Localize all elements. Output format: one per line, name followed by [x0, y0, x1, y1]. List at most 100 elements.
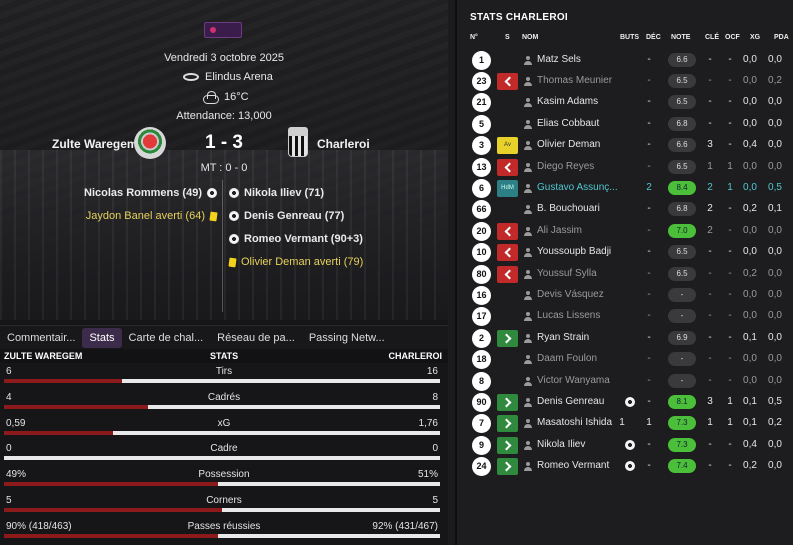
tab-chalkboard[interactable]: Carte de chal... [122, 328, 211, 348]
player-name[interactable]: Devis Vásquez [537, 289, 604, 300]
away-event: Nikola Iliev (71) [229, 187, 324, 199]
player-row[interactable]: 90 Denis Genreau - 3 1 0,1 0,5 8.1 [457, 392, 793, 413]
player-cle: - [708, 246, 712, 258]
tab-stats[interactable]: Stats [82, 327, 122, 348]
player-name[interactable]: B. Bouchouari [537, 203, 600, 214]
tab-passing-network[interactable]: Passing Netw... [302, 328, 392, 348]
player-rating: 6.5 [668, 266, 696, 281]
player-rating: 6.5 [668, 159, 696, 174]
player-name[interactable]: Matz Sels [537, 54, 581, 65]
player-dec: - [647, 203, 651, 215]
col-num[interactable]: N° [470, 34, 478, 41]
player-row[interactable]: 21 Kasim Adams - - -0,0 0,0 6.5 [457, 92, 793, 113]
col-xg[interactable]: XG [750, 34, 760, 41]
player-name[interactable]: Denis Genreau [537, 396, 604, 407]
player-xg: 0,0 [743, 374, 757, 386]
player-xg: 0,0 [743, 117, 757, 129]
player-ocf: - [728, 374, 732, 386]
player-buts: 1 [619, 417, 625, 429]
player-row[interactable]: 18 Daam Foulon - - -0,0 0,0- [457, 349, 793, 370]
away-team-crest-icon[interactable] [288, 127, 308, 159]
player-name[interactable]: Ryan Strain [537, 332, 589, 343]
player-number: 6 [472, 178, 491, 198]
away-team-name[interactable]: Charleroi [317, 137, 370, 151]
player-name[interactable]: Diego Reyes [537, 161, 594, 172]
player-row[interactable]: 13 Diego Reyes - 1 1 0,0 0,0 6.5 [457, 157, 793, 178]
stat-row: 49% Possession 51% [0, 466, 448, 492]
score: 1 - 3 [204, 132, 244, 153]
player-row[interactable]: 2 Ryan Strain - - -0,1 0,0 6.9 [457, 328, 793, 349]
match-tabs: Commentair... Stats Carte de chal... Rés… [0, 325, 448, 349]
player-name[interactable]: Thomas Meunier [537, 75, 612, 86]
player-name[interactable]: Romeo Vermant [537, 460, 609, 471]
player-row[interactable]: 66 B. Bouchouari -2-0,2 0,1 6.8 [457, 199, 793, 220]
stat-bar [4, 404, 440, 409]
man-of-match-badge: HdM [497, 179, 518, 197]
col-ocf[interactable]: OCF [725, 34, 740, 41]
player-xg: 0,1 [743, 395, 757, 407]
tab-pass-network[interactable]: Réseau de pa... [210, 328, 302, 348]
player-cle: 1 [707, 160, 713, 172]
player-pda: 0,0 [768, 53, 782, 65]
col-name[interactable]: NOM [522, 34, 538, 41]
player-name[interactable]: Lucas Lissens [537, 310, 600, 321]
player-cle: 2 [707, 203, 713, 215]
player-ocf: - [728, 74, 732, 86]
player-number: 8 [472, 371, 491, 391]
player-row[interactable]: 5 Elias Cobbaut - - -0,0 0,0 6.8 [457, 114, 793, 135]
player-xg: 0,0 [743, 288, 757, 300]
player-name[interactable]: Gustavo Assunç... [537, 182, 618, 193]
sub-off-icon [497, 244, 518, 262]
player-row[interactable]: 80 Youssuf Sylla - - -0,2 0,0 6.5 [457, 264, 793, 285]
player-row[interactable]: 23 Thomas Meunier - - -0,0 0,2 6.5 [457, 71, 793, 92]
col-pda[interactable]: PDA [774, 34, 789, 41]
player-row[interactable]: 3 Av Olivier Deman -3-0,4 0,0 6.6 [457, 135, 793, 156]
stadium-icon [183, 73, 199, 81]
player-row[interactable]: 9 Nikola Iliev - - -0,4 0,0 7.3 [457, 435, 793, 456]
player-row[interactable]: 6 HdM Gustavo Assunç... 2 2 1 0,0 0,5 8.4 [457, 178, 793, 199]
player-row[interactable]: 1 Matz Sels - - -0,0 0,0 6.6 [457, 50, 793, 71]
yellow-card-icon [209, 211, 218, 221]
player-row[interactable]: 17 Lucas Lissens - - -0,0 0,0- [457, 306, 793, 327]
stat-bar-home-fill [4, 379, 122, 383]
player-ocf: 1 [727, 160, 733, 172]
player-row[interactable]: 8 Victor Wanyama - - -0,0 0,0- [457, 371, 793, 392]
squad-columns-header: N° S NOM BUTS DÉC NOTE CLÉ OCF XG PDA [457, 34, 793, 46]
player-number: 24 [472, 457, 491, 477]
player-name[interactable]: Youssoupb Badji [537, 246, 611, 257]
player-dec: - [647, 117, 651, 129]
col-note[interactable]: NOTE [671, 34, 690, 41]
player-name[interactable]: Ali Jassim [537, 225, 582, 236]
player-xg: 0,0 [743, 160, 757, 172]
stat-label: Cadre [210, 443, 238, 455]
player-name[interactable]: Kasim Adams [537, 96, 598, 107]
col-buts[interactable]: BUTS [620, 34, 639, 41]
player-number: 10 [472, 243, 491, 263]
stat-bar [4, 456, 440, 461]
player-row[interactable]: 10 Youssoupb Badji - - -0,0 0,0 6.5 [457, 242, 793, 263]
player-name[interactable]: Elias Cobbaut [537, 118, 599, 129]
player-number: 9 [472, 435, 491, 455]
tab-commentary[interactable]: Commentair... [0, 328, 82, 348]
player-name[interactable]: Nikola Iliev [537, 439, 585, 450]
player-silhouette-icon [524, 119, 532, 129]
sub-off-icon [497, 265, 518, 283]
col-status[interactable]: S [505, 34, 510, 41]
stat-bar-home-fill [4, 404, 148, 409]
player-name[interactable]: Youssuf Sylla [537, 268, 597, 279]
col-cle[interactable]: CLÉ [705, 34, 719, 41]
player-row[interactable]: 20 Ali Jassim -2-0,0 0,0 7.0 [457, 221, 793, 242]
player-name[interactable]: Victor Wanyama [537, 375, 610, 386]
events-divider [222, 180, 223, 312]
player-row[interactable]: 7 Masatoshi Ishida 1 1 1 1 0,1 0,2 7.3 [457, 413, 793, 434]
player-name[interactable]: Daam Foulon [537, 353, 597, 364]
player-xg: 0,0 [743, 246, 757, 258]
player-name[interactable]: Masatoshi Ishida [537, 417, 612, 428]
player-silhouette-icon [524, 355, 532, 365]
player-name[interactable]: Olivier Deman [537, 139, 600, 150]
player-ocf: - [728, 139, 732, 151]
player-row[interactable]: 16 Devis Vásquez - - -0,0 0,0- [457, 285, 793, 306]
player-row[interactable]: 24 Romeo Vermant - - -0,2 0,0 7.4 [457, 456, 793, 477]
player-ocf: - [728, 460, 732, 472]
col-dec[interactable]: DÉC [646, 34, 661, 41]
